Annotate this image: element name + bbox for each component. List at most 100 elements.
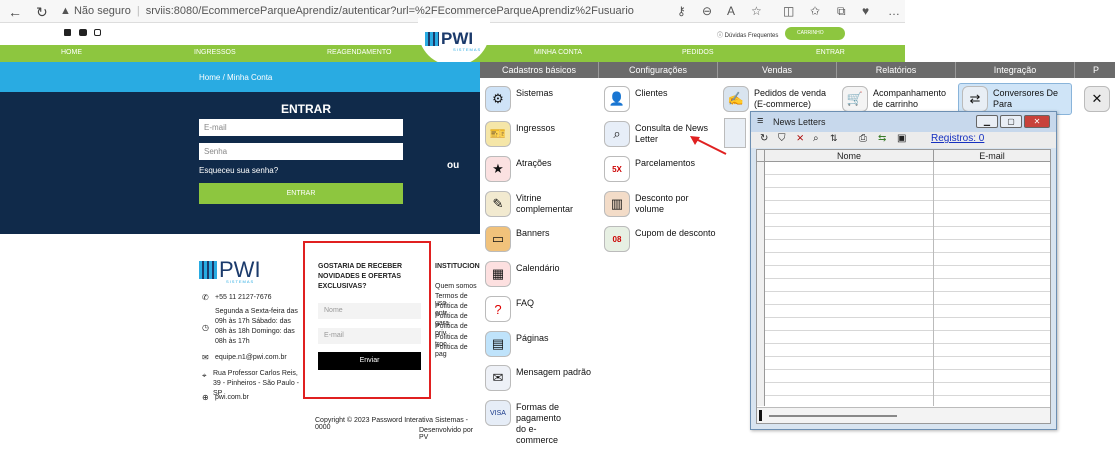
pwi-logo-icon <box>425 32 439 46</box>
item-ingressos[interactable]: 🎫 Ingressos <box>485 121 555 147</box>
footer-email[interactable]: equipe.n1@pwi.com.br <box>215 354 287 361</box>
newsletter-email-input[interactable]: E-mail <box>318 328 421 344</box>
menu-vendas[interactable]: Vendas <box>718 65 836 75</box>
menu-relatorios[interactable]: Relatórios <box>837 65 955 75</box>
youtube-icon[interactable] <box>79 29 87 36</box>
institutional-link[interactable]: Política de pag <box>435 344 480 358</box>
item-vitrine[interactable]: ✎ Vitrine complementar <box>485 191 576 217</box>
cart-label: CARRINHO <box>797 30 824 36</box>
zoom-icon[interactable]: ⊖ <box>702 4 712 18</box>
item-label: Vitrine complementar <box>516 193 574 214</box>
back-arrow-icon[interactable]: ← <box>8 4 22 20</box>
cart-button[interactable]: CARRINHO <box>785 27 845 40</box>
nav-ingressos[interactable]: INGRESSOS <box>194 49 236 56</box>
item-pedidos-venda[interactable]: ✍ Pedidos de venda (E-commerce) <box>723 86 828 112</box>
tools-icon: ✕ <box>1084 86 1110 112</box>
print-icon[interactable]: ⎙ <box>859 133 867 144</box>
nav-home[interactable]: HOME <box>61 49 82 56</box>
instagram-icon[interactable] <box>94 29 101 36</box>
newsletter-search-icon: ⌕ <box>604 121 630 147</box>
extensions-icon[interactable]: ♥ <box>862 4 869 18</box>
item-clientes[interactable]: 👤 Clientes <box>604 86 668 112</box>
item-label: Mensagem padrão <box>516 367 592 377</box>
filter-icon[interactable]: ⛉ <box>778 133 786 144</box>
footer-hours: Segunda a Sexta-feira das 09h às 17h Sáb… <box>215 308 298 345</box>
item-label: Conversores De Para <box>993 88 1059 109</box>
mail-icon: ✉ <box>202 353 209 362</box>
split-screen-icon[interactable]: ◫ <box>783 4 794 18</box>
scrollbar-thumb[interactable] <box>769 415 897 417</box>
item-atracoes[interactable]: ★ Atrações <box>485 156 552 182</box>
item-mensagem-padrao[interactable]: ✉ Mensagem padrão <box>485 365 591 391</box>
newsletter-submit-button[interactable]: Enviar <box>318 352 421 370</box>
item-cupom-desconto[interactable]: 08 Cupom de desconto <box>604 226 716 252</box>
item-label: Atrações <box>516 158 552 168</box>
record-count-link[interactable]: Registros: 0 <box>931 133 984 144</box>
window-titlebar[interactable]: ≡ News Letters ▁ ▢ ✕ <box>751 112 1056 132</box>
newsletter-name-input[interactable]: Nome <box>318 303 421 319</box>
footer-website[interactable]: pwi.com.br <box>215 394 249 401</box>
newsletter-signup: GOSTARIA DE RECEBER NOVIDADES E OFERTAS … <box>303 241 431 399</box>
export-icon[interactable]: ⇆ <box>878 133 886 144</box>
column-header-nome[interactable]: Nome <box>765 151 933 161</box>
minimize-button[interactable]: ▁ <box>976 115 998 128</box>
ok-icon <box>724 118 746 148</box>
facebook-icon[interactable] <box>64 29 71 36</box>
installments-icon: 5X <box>604 156 630 182</box>
key-icon[interactable]: ⚷ <box>677 4 686 18</box>
favorite-star-icon[interactable]: ☆ <box>751 4 762 18</box>
item-formas-pagamento[interactable]: VISA Formas de pagamento do e-commerce <box>485 400 572 446</box>
read-aloud-icon[interactable]: A <box>727 4 735 18</box>
save-icon[interactable]: ▣ <box>897 133 906 144</box>
phone-icon: ✆ <box>202 293 209 302</box>
nav-entrar[interactable]: ENTRAR <box>816 49 845 56</box>
location-pin-icon: ⌖ <box>202 371 207 380</box>
breadcrumb[interactable]: Home / Minha Conta <box>199 73 272 82</box>
menu-p[interactable]: P <box>1076 65 1115 75</box>
shopping-cart-icon: 🛒 <box>842 86 868 112</box>
window-menu-icon[interactable]: ≡ <box>757 115 763 127</box>
or-label: ou <box>447 160 460 171</box>
pages-icon: ▤ <box>485 331 511 357</box>
nav-pedidos[interactable]: PEDIDOS <box>682 49 714 56</box>
item-acompanhamento-carrinho[interactable]: 🛒 Acompanhamento de carrinho <box>842 86 951 112</box>
clear-filter-icon[interactable]: ⨯ <box>796 133 804 144</box>
faq-link[interactable]: ⓘ Dúvidas Frequentes <box>717 30 778 39</box>
menu-integracao[interactable]: Integração <box>956 65 1074 75</box>
menu-configuracoes[interactable]: Configurações <box>599 65 717 75</box>
find-icon[interactable]: ⌕ <box>813 133 819 144</box>
favorites-icon[interactable]: ✩ <box>810 4 820 18</box>
more-icon[interactable]: … <box>888 4 900 18</box>
email-field[interactable]: E-mail <box>199 119 403 136</box>
item-paginas[interactable]: ▤ Páginas <box>485 331 549 357</box>
item-label: Acompanhamento de carrinho <box>873 88 947 109</box>
calendar-icon: ▦ <box>485 261 511 287</box>
column-header-email[interactable]: E-mail <box>934 151 1050 161</box>
item-sistemas[interactable]: ⚙ Sistemas <box>485 86 553 112</box>
menu-cadastros-basicos[interactable]: Cadastros básicos <box>480 65 598 75</box>
item-calendario[interactable]: ▦ Calendário <box>485 261 560 287</box>
password-field[interactable]: Senha <box>199 143 403 160</box>
attractions-icon: ★ <box>485 156 511 182</box>
close-button[interactable]: ✕ <box>1024 115 1050 128</box>
footer-logo-icon <box>199 261 217 279</box>
reload-icon[interactable]: ↻ <box>36 4 48 21</box>
collections-icon[interactable]: ⧉ <box>837 4 846 19</box>
refresh-icon[interactable]: ↻ <box>760 133 768 144</box>
login-submit-button[interactable]: ENTRAR <box>199 183 403 204</box>
item-parcelamentos[interactable]: 5X Parcelamentos <box>604 156 695 182</box>
nav-reagendamento[interactable]: REAGENDAMENTO <box>327 49 391 56</box>
grid-body <box>757 162 1050 406</box>
item-desconto-volume[interactable]: ▥ Desconto por volume <box>604 191 695 217</box>
maximize-button[interactable]: ▢ <box>1000 115 1022 128</box>
item-partial[interactable]: ✕P E <box>1084 86 1115 112</box>
forgot-password-link[interactable]: Esqueceu sua senha? <box>199 166 278 175</box>
item-banners[interactable]: ▭ Banners <box>485 226 550 252</box>
nav-minha-conta[interactable]: MINHA CONTA <box>534 49 582 56</box>
item-faq[interactable]: ? FAQ <box>485 296 534 322</box>
sort-icon[interactable]: ⇅ <box>830 133 838 144</box>
horizontal-scrollbar[interactable] <box>757 407 1050 423</box>
banner-icon: ▭ <box>485 226 511 252</box>
item-label: Calendário <box>516 263 560 273</box>
institutional-link[interactable]: Quem somos <box>435 283 477 290</box>
